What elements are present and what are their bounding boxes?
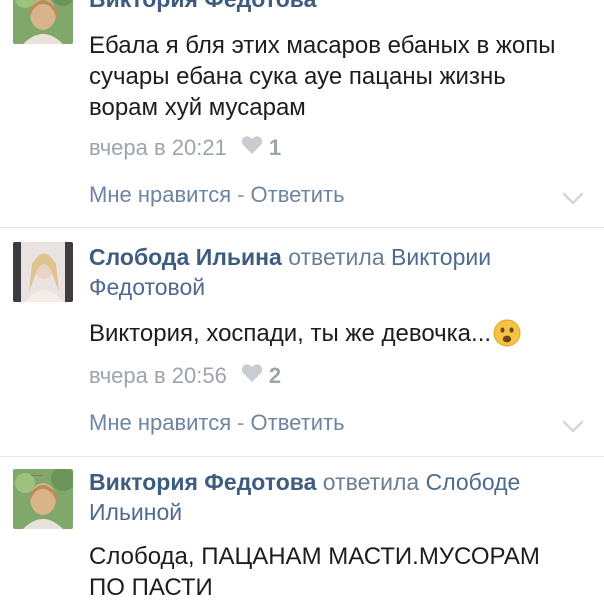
avatar[interactable]: [13, 242, 73, 302]
comment-meta: вчера в 20:56 2: [89, 362, 281, 390]
action-separator: -: [237, 410, 245, 435]
reply-verb: ответила: [322, 469, 420, 495]
chevron-down-icon[interactable]: [562, 192, 584, 206]
comment-actions: Мне нравится - Ответить: [89, 181, 345, 209]
comment-text: Слобода, ПАЦАНАМ МАСТИ.МУСОРАМ ПО ПАСТИ: [89, 543, 540, 601]
svg-text:~~~: ~~~: [31, 473, 43, 480]
comment-time[interactable]: вчера в 20:56: [89, 362, 227, 390]
like-button[interactable]: Мне нравится: [89, 182, 231, 207]
avatar[interactable]: ~~~: [13, 469, 73, 529]
like-count: 2: [268, 363, 282, 388]
author-name[interactable]: Виктория Федотова: [89, 0, 316, 12]
heart-icon[interactable]: [241, 134, 263, 162]
comment-item: ~~~ Виктория Федотова ответила Слободе И…: [0, 457, 604, 604]
reply-verb: ответила: [288, 244, 385, 270]
avatar[interactable]: [13, 0, 73, 44]
heart-icon[interactable]: [241, 362, 263, 390]
comment-actions: Мне нравится - Ответить: [89, 409, 345, 437]
like-count: 1: [268, 135, 282, 160]
comment-time[interactable]: вчера в 20:21: [89, 134, 227, 162]
comment-item: Виктория Федотова Ебала я бля этих масар…: [0, 0, 604, 232]
comment-item: Слобода Ильина ответила Виктории Федотов…: [0, 228, 604, 456]
comment-text: Виктория, хоспади, ты же девочка...: [89, 318, 564, 355]
like-button[interactable]: Мне нравится: [89, 410, 231, 435]
comment-author-line: Слобода Ильина ответила Виктории Федотов…: [89, 242, 592, 302]
comment-text: Ебала я бля этих масаров ебаных в жопы с…: [89, 32, 556, 121]
author-name[interactable]: Слобода Ильина: [89, 244, 282, 270]
reply-button[interactable]: Ответить: [251, 410, 345, 435]
comment-author-line: Виктория Федотова: [89, 0, 592, 14]
comment-author-line: Виктория Федотова ответила Слободе Ильин…: [89, 467, 592, 527]
comment-meta: вчера в 20:21 1: [89, 134, 281, 162]
reply-button[interactable]: Ответить: [251, 182, 345, 207]
author-name[interactable]: Виктория Федотова: [89, 469, 316, 495]
comment-feed: Виктория Федотова Ебала я бля этих масар…: [0, 0, 604, 604]
action-separator: -: [237, 182, 245, 207]
comment-text-content: Виктория, хоспади, ты же девочка...: [89, 320, 492, 347]
frowning-face-emoji-icon: [493, 319, 521, 355]
chevron-down-icon[interactable]: [562, 420, 584, 434]
